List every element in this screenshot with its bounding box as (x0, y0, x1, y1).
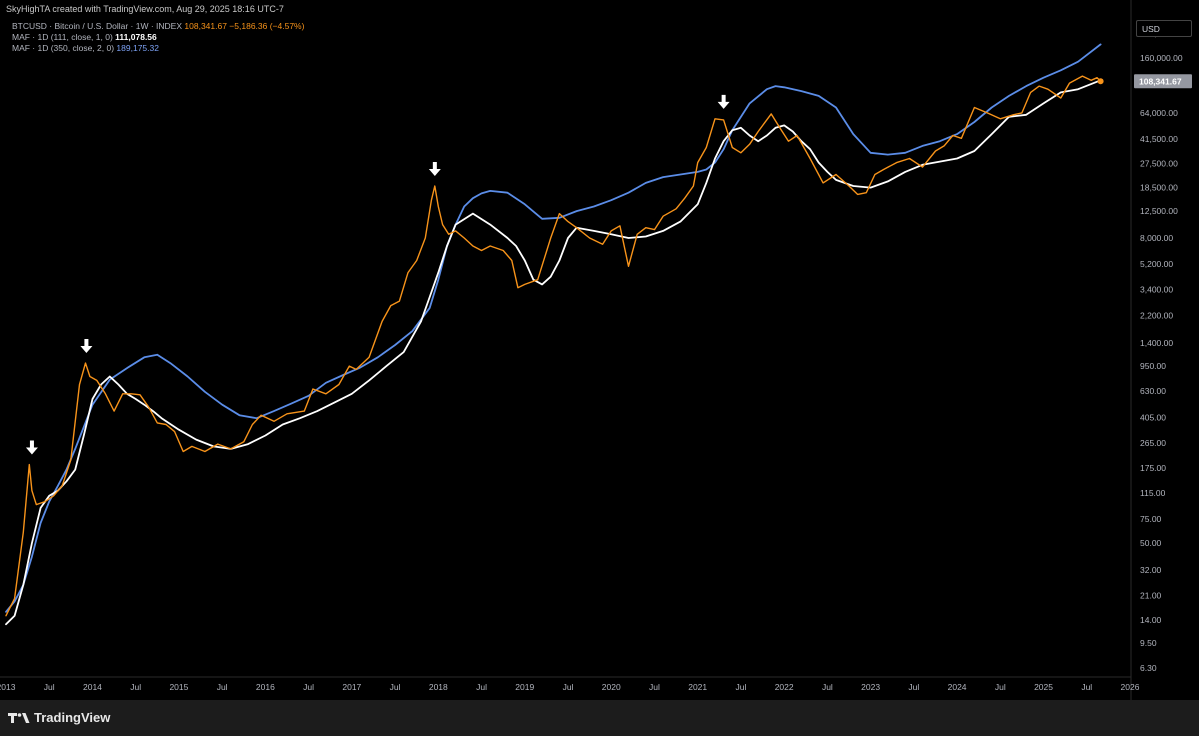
y-tick-label: 8,000.00 (1140, 233, 1173, 243)
x-tick-label: 2021 (688, 682, 707, 692)
price-chart[interactable]: 240,000.00160,000.0064,000.0041,500.0027… (0, 0, 1199, 700)
ma111-line (5, 79, 1102, 626)
last-price-tag-label: 108,341.67 (1139, 76, 1182, 86)
y-tick-label: 14.00 (1140, 615, 1162, 625)
x-tick-label: Jul (649, 682, 660, 692)
y-tick-label: 50.00 (1140, 538, 1162, 548)
legend-row-ma350[interactable]: MAF · 1D (350, close, 2, 0) 189,175.32 (12, 43, 304, 54)
ma350x2-line (5, 43, 1102, 613)
y-tick-label: 405.00 (1140, 412, 1166, 422)
x-tick-label: 2018 (429, 682, 448, 692)
y-tick-label: 6.30 (1140, 663, 1157, 673)
symbol-value: 108,341.67 −5,186.36 (−4.57%) (184, 21, 305, 31)
x-tick-label: 2015 (169, 682, 188, 692)
y-tick-label: 115.00 (1140, 488, 1166, 498)
legend-row-ma111[interactable]: MAF · 1D (111, close, 1, 0) 111,078.56 (12, 32, 304, 43)
down-arrow-icon (80, 339, 93, 354)
y-tick-label: 12,500.00 (1140, 206, 1178, 216)
y-tick-label: 630.00 (1140, 386, 1166, 396)
y-tick-label: 32.00 (1140, 565, 1162, 575)
y-tick-label: 64,000.00 (1140, 108, 1178, 118)
credit-text: SkyHighTA created with TradingView.com, … (6, 4, 284, 14)
x-tick-label: 2016 (256, 682, 275, 692)
tradingview-logo[interactable]: TradingView (8, 710, 110, 725)
time-axis[interactable]: 2013 Jul 2014 Jul 2015 Jul 2016 Jul 2017 Jul 2018 J… (0, 676, 1140, 692)
x-tick-label: 2013 (0, 682, 16, 692)
x-tick-label: 2020 (602, 682, 621, 692)
x-tick-label: 2025 (1034, 682, 1053, 692)
ma350-label: MAF · 1D (350, close, 2, 0) (12, 43, 115, 53)
legend-row-symbol[interactable]: BTCUSD · Bitcoin / U.S. Dollar · 1W · IN… (12, 21, 304, 32)
symbol-label: BTCUSD · Bitcoin / U.S. Dollar · 1W · IN… (12, 21, 183, 31)
footer-bar: TradingView (0, 700, 1199, 736)
y-tick-label: 75.00 (1140, 514, 1162, 524)
x-tick-label: Jul (995, 682, 1006, 692)
price-axis[interactable]: 240,000.00160,000.0064,000.0041,500.0027… (1130, 0, 1183, 700)
ma350-value: 189,175.32 (116, 43, 159, 53)
currency-button[interactable]: USD (1136, 20, 1192, 37)
x-tick-label: Jul (303, 682, 314, 692)
y-tick-label: 175.00 (1140, 463, 1166, 473)
x-tick-label: Jul (390, 682, 401, 692)
x-tick-label: 2019 (515, 682, 534, 692)
y-tick-label: 2,200.00 (1140, 311, 1173, 321)
y-tick-label: 950.00 (1140, 361, 1166, 371)
y-tick-label: 9.50 (1140, 638, 1157, 648)
down-arrow-icon (428, 161, 441, 176)
y-tick-label: 1,400.00 (1140, 338, 1173, 348)
tradingview-logo-icon (8, 712, 30, 723)
x-tick-label: 2024 (948, 682, 967, 692)
down-arrow-icon (25, 440, 38, 455)
x-tick-label: 2022 (775, 682, 794, 692)
down-arrow-icon (717, 94, 730, 109)
y-tick-label: 18,500.00 (1140, 183, 1178, 193)
ma111-label: MAF · 1D (111, close, 1, 0) (12, 32, 113, 42)
last-price-dot (1097, 78, 1104, 85)
y-tick-label: 27,500.00 (1140, 159, 1178, 169)
x-tick-label: 2014 (83, 682, 102, 692)
chart-legend: BTCUSD · Bitcoin / U.S. Dollar · 1W · IN… (12, 21, 304, 54)
annotations-layer (25, 94, 730, 455)
price-line (5, 75, 1102, 617)
y-tick-label: 5,200.00 (1140, 259, 1173, 269)
y-tick-label: 21.00 (1140, 590, 1162, 600)
x-tick-label: Jul (822, 682, 833, 692)
series-layer (5, 43, 1104, 626)
y-tick-label: 41,500.00 (1140, 134, 1178, 144)
x-tick-label: Jul (44, 682, 55, 692)
x-tick-label: 2023 (861, 682, 880, 692)
x-tick-label: Jul (130, 682, 141, 692)
x-tick-label: Jul (217, 682, 228, 692)
chart-credit: SkyHighTA created with TradingView.com, … (6, 4, 284, 14)
chart-frame: 240,000.00160,000.0064,000.0041,500.0027… (0, 0, 1199, 736)
x-tick-label: 2026 (1121, 682, 1140, 692)
x-tick-label: Jul (476, 682, 487, 692)
x-tick-label: Jul (1081, 682, 1092, 692)
y-tick-label: 160,000.00 (1140, 53, 1183, 63)
x-tick-label: Jul (735, 682, 746, 692)
x-tick-label: Jul (908, 682, 919, 692)
y-tick-label: 265.00 (1140, 438, 1166, 448)
ma111-value: 111,078.56 (115, 32, 157, 42)
x-tick-label: Jul (563, 682, 574, 692)
tradingview-brand: TradingView (34, 710, 111, 725)
x-tick-label: 2017 (342, 682, 361, 692)
last-price-tag-layer: 108,341.67 (1134, 74, 1192, 89)
y-tick-label: 3,400.00 (1140, 284, 1173, 294)
